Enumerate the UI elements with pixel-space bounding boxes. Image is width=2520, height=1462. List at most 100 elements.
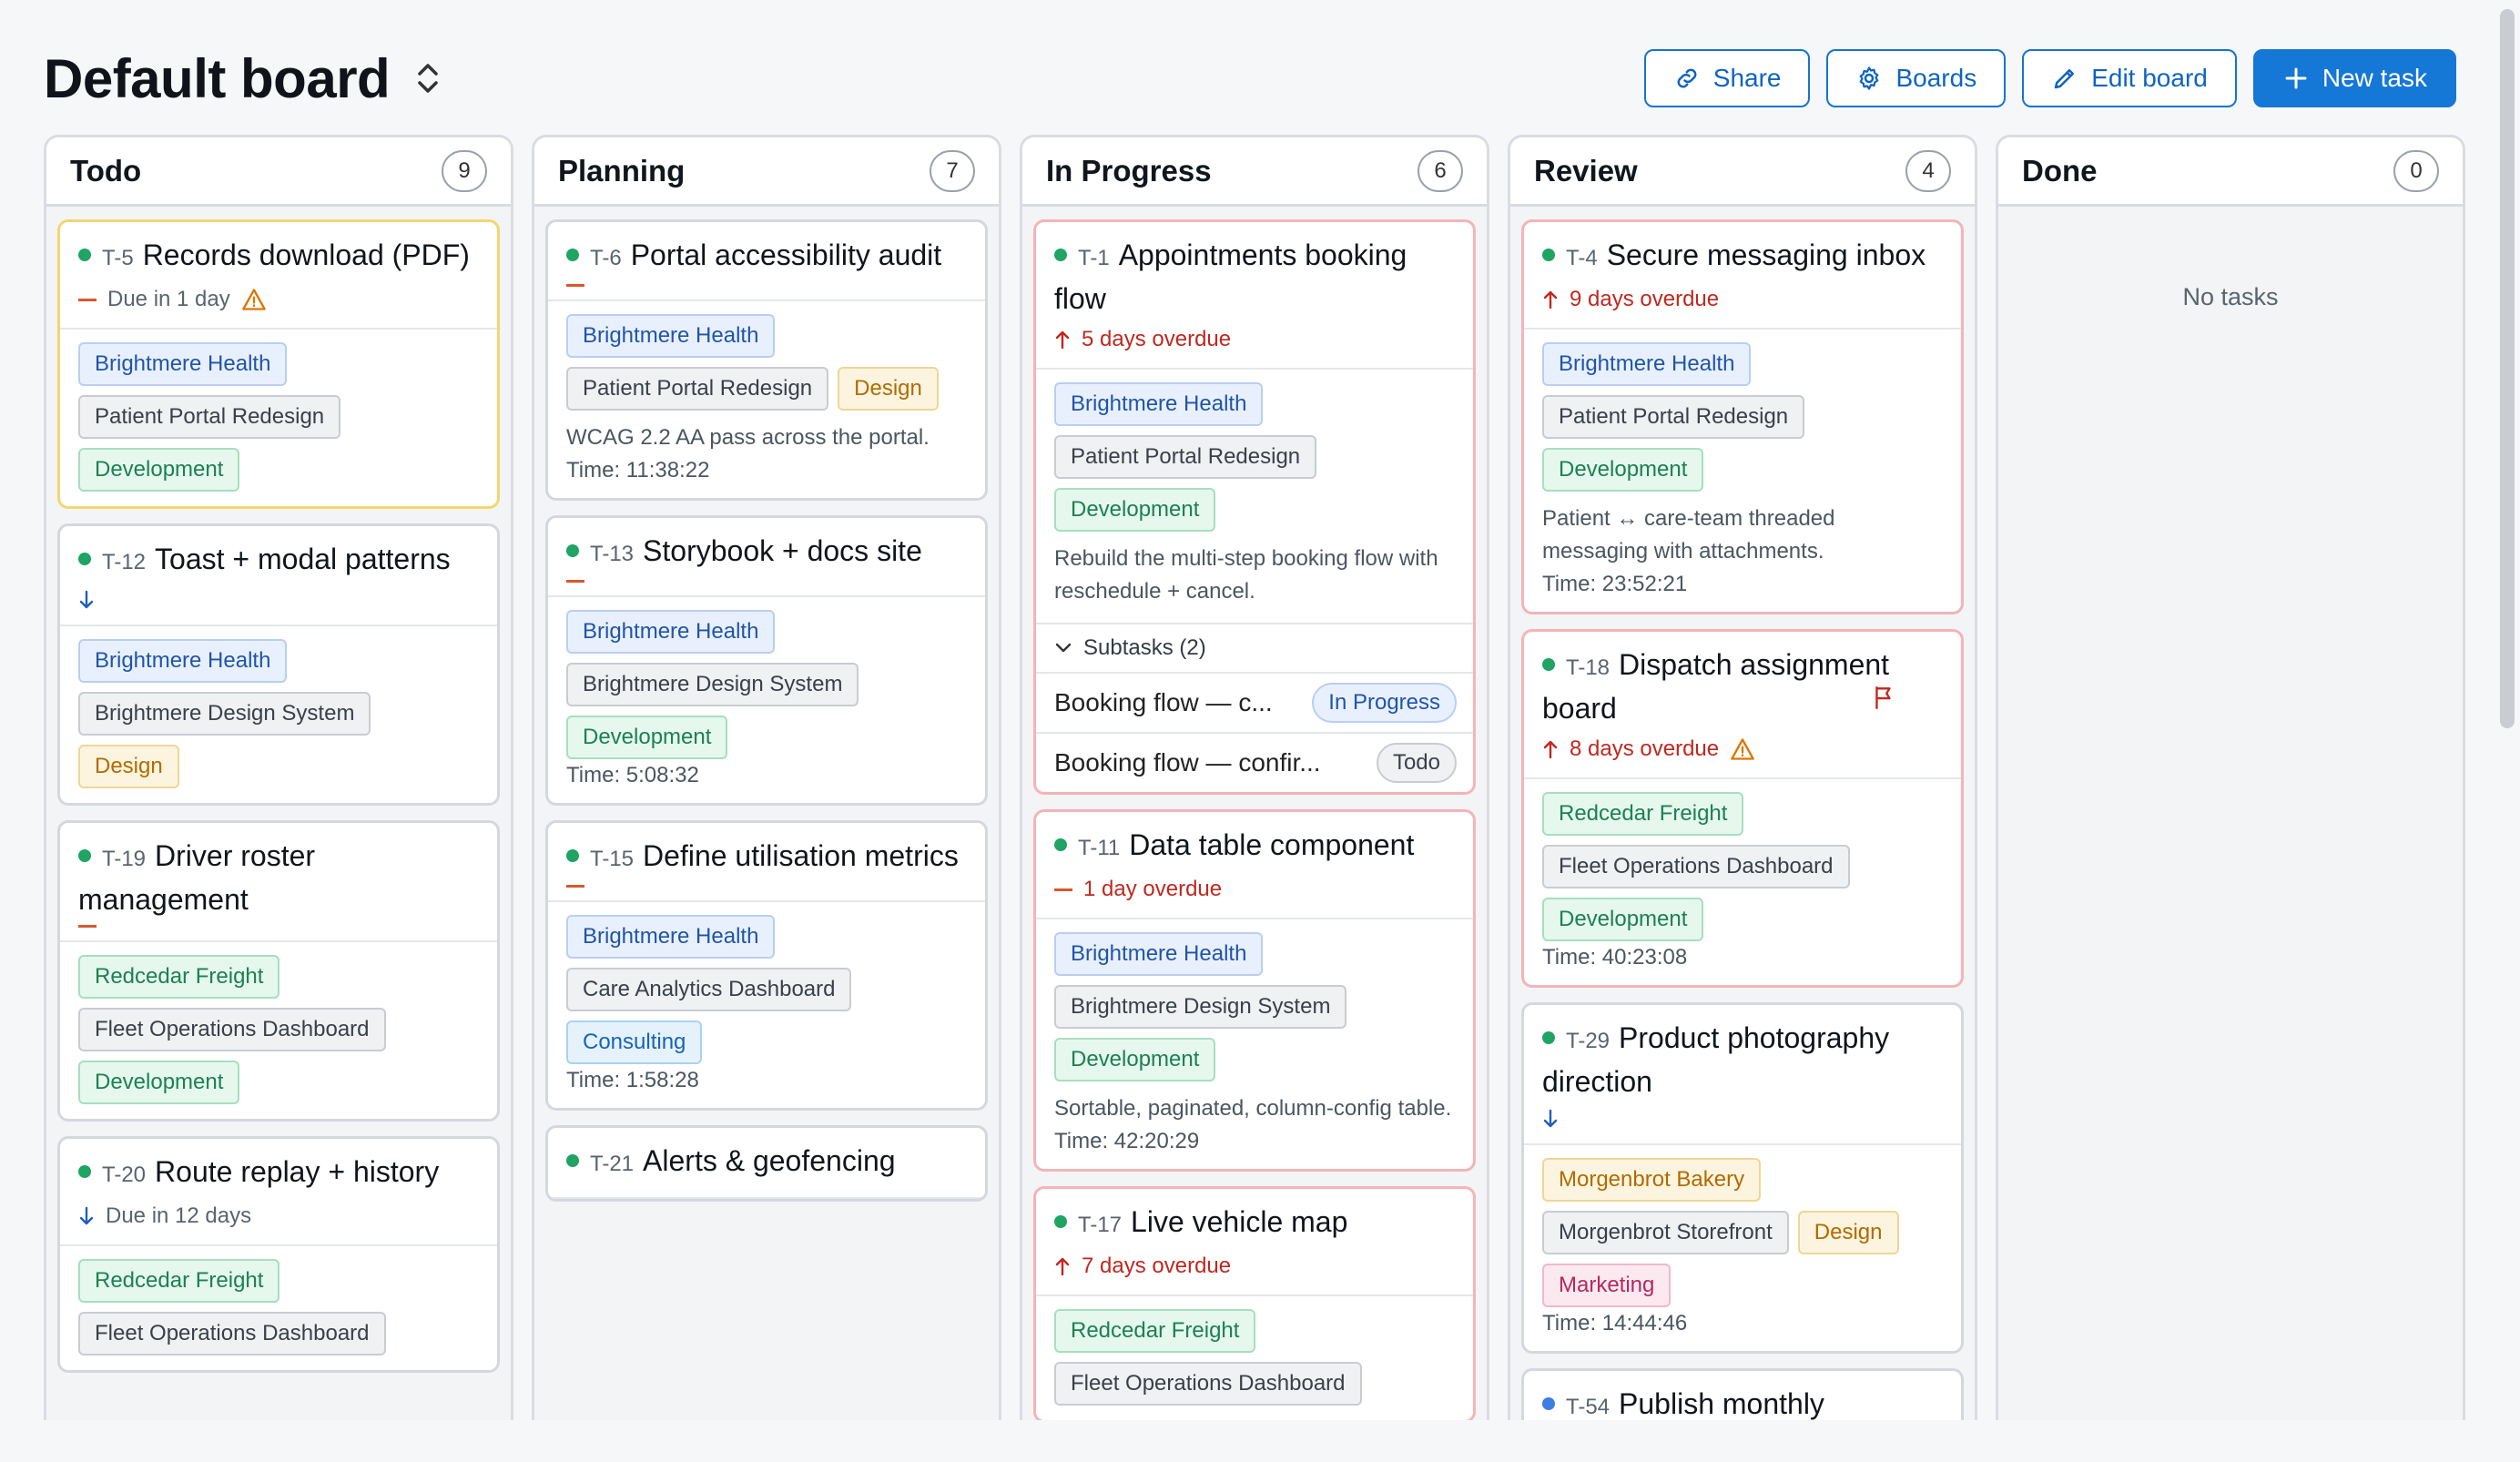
task-id: T-11 (1078, 836, 1121, 860)
status-dot (566, 544, 579, 557)
task-description: Patient ↔ care-team threaded messaging w… (1542, 506, 1835, 563)
task-id: T-5 (102, 246, 134, 270)
due-text: Due in 1 day (107, 287, 230, 311)
client-tag: Brightmere Health (566, 610, 776, 654)
subtasks-toggle[interactable]: Subtasks (2) (1036, 623, 1473, 672)
category-tag: Development (1542, 448, 1704, 492)
status-dot (566, 249, 579, 261)
task-card[interactable]: T-5 Records download (PDF) Due in 1 day B… (57, 219, 500, 509)
share-label: Share (1712, 64, 1782, 92)
column-header: In Progress 6 (1022, 137, 1487, 207)
category-tag: Marketing (1542, 1264, 1672, 1307)
task-id: T-29 (1566, 1029, 1611, 1053)
time-tracked: Time: 5:08:32 (566, 763, 699, 787)
column-todo: Todo 9 T-5 Records download (PDF) Due in … (44, 135, 513, 1420)
link-icon (1677, 68, 1697, 88)
task-card[interactable]: T-1 Appointments booking flow 5 days over… (1033, 219, 1476, 795)
status-dot (1054, 249, 1067, 261)
category-tag: Development (1054, 488, 1216, 532)
client-tag: Brightmere Health (1542, 342, 1752, 386)
task-card[interactable]: T-11 Data table component 1 day overdue B… (1033, 809, 1476, 1172)
new-task-button[interactable]: New task (2252, 49, 2456, 107)
task-card[interactable]: T-29 Product photography direction Morgen… (1521, 1002, 1964, 1354)
priority-medium-icon (566, 885, 584, 888)
warning-icon (241, 289, 266, 310)
task-id: T-21 (590, 1152, 635, 1176)
overdue-text: 5 days overdue (1082, 327, 1232, 351)
task-card[interactable]: T-19 Driver roster management Redcedar Fr… (57, 820, 500, 1122)
project-tag: Fleet Operations Dashboard (1054, 1362, 1362, 1406)
task-id: T-17 (1078, 1213, 1123, 1237)
task-title: Records download (PDF) (142, 239, 470, 271)
task-title: Live vehicle map (1131, 1205, 1348, 1238)
share-button[interactable]: Share (1643, 49, 1811, 107)
task-card[interactable]: T-4 Secure messaging inbox 9 days overdue… (1521, 219, 1964, 614)
task-card[interactable]: T-54 Publish monthly (1521, 1368, 1964, 1420)
status-dot (1542, 249, 1555, 261)
priority-medium-icon (78, 925, 97, 928)
column-count-badge: 9 (442, 149, 487, 192)
subtask-row[interactable]: Booking flow — confir... Todo (1036, 732, 1473, 792)
project-tag: Brightmere Design System (1054, 985, 1347, 1029)
task-card[interactable]: T-6 Portal accessibility audit Brightmere… (545, 219, 988, 501)
client-tag: Brightmere Health (1054, 382, 1264, 426)
subtasks-label: Subtasks (2) (1083, 635, 1206, 660)
client-tag: Redcedar Freight (78, 1259, 280, 1303)
task-id: T-19 (102, 847, 147, 871)
task-card[interactable]: T-20 Route replay + history Due in 12 day… (57, 1136, 500, 1373)
task-card[interactable]: T-12 Toast + modal patterns Brightmere He… (57, 523, 500, 806)
task-description: Rebuild the multi-step booking flow with… (1054, 546, 1438, 604)
column-in-progress: In Progress 6 T-1 Appointments booking fl… (1020, 135, 1489, 1420)
task-id: T-15 (590, 847, 635, 871)
task-card[interactable]: T-17 Live vehicle map 7 days overdue Redc… (1033, 1186, 1476, 1420)
column-review: Review 4 T-4 Secure messaging inbox 9 day… (1508, 135, 1977, 1420)
status-dot (566, 849, 579, 862)
project-tag: Patient Portal Redesign (1054, 435, 1317, 479)
status-dot (78, 249, 91, 261)
client-tag: Morgenbrot Bakery (1542, 1158, 1762, 1202)
task-card[interactable]: T-21 Alerts & geofencing (545, 1125, 988, 1202)
task-description: Sortable, paginated, column-config table… (1054, 1096, 1452, 1121)
window-bottom (0, 1420, 2520, 1462)
arrow-up-icon (1055, 1257, 1070, 1276)
column-planning: Planning 7 T-6 Portal accessibility audit… (532, 135, 1001, 1420)
category-tag: Design (1797, 1211, 1899, 1254)
priority-medium-icon (1054, 888, 1072, 891)
boards-button[interactable]: Boards (1826, 49, 2007, 107)
board-columns: Todo 9 T-5 Records download (PDF) Due in … (44, 135, 2465, 1420)
overdue-text: 9 days overdue (1570, 287, 1720, 311)
overdue-text: 7 days overdue (1082, 1254, 1232, 1278)
header-actions: Share Boards Edit board New task (1643, 49, 2456, 107)
column-count-badge: 6 (1418, 149, 1463, 192)
task-id: T-6 (590, 246, 622, 270)
board-header: Default board Share Boards Edit board Ne… (44, 46, 2456, 111)
subtask-status-badge: In Progress (1312, 683, 1457, 723)
task-description: WCAG 2.2 AA pass across the portal. (566, 425, 930, 450)
column-title: Review (1534, 153, 1638, 188)
priority-medium-icon (78, 298, 97, 301)
column-count-badge: 4 (1905, 149, 1951, 192)
task-card[interactable]: T-15 Define utilisation metrics Brightmer… (545, 820, 988, 1111)
column-header: Done 0 (1998, 137, 2463, 207)
status-dot (1054, 838, 1067, 851)
board-switcher-icon[interactable] (413, 56, 442, 100)
edit-board-label: Edit board (2091, 64, 2208, 92)
vertical-scrollbar[interactable] (2500, 9, 2515, 728)
subtask-row[interactable]: Booking flow — c... In Progress (1036, 672, 1473, 732)
flag-icon[interactable] (1872, 685, 1895, 710)
task-card[interactable]: T-18 Dispatch assignment board 8 days ove… (1521, 629, 1964, 988)
column-done: Done 0 No tasks (1996, 135, 2465, 1420)
category-tag: Development (78, 448, 240, 492)
task-card[interactable]: T-13 Storybook + docs site Brightmere Hea… (545, 515, 988, 806)
time-tracked: Time: 23:52:21 (1542, 572, 1688, 596)
gear-icon (1860, 66, 1879, 90)
task-id: T-1 (1078, 246, 1110, 270)
project-tag: Patient Portal Redesign (78, 395, 341, 439)
board-title: Default board (44, 47, 391, 109)
status-dot (1054, 1215, 1067, 1228)
category-tag: Design (78, 745, 179, 788)
edit-board-button[interactable]: Edit board (2022, 49, 2237, 107)
task-id: T-13 (590, 542, 635, 566)
task-title: Data table component (1129, 828, 1415, 861)
project-tag: Patient Portal Redesign (566, 367, 829, 411)
